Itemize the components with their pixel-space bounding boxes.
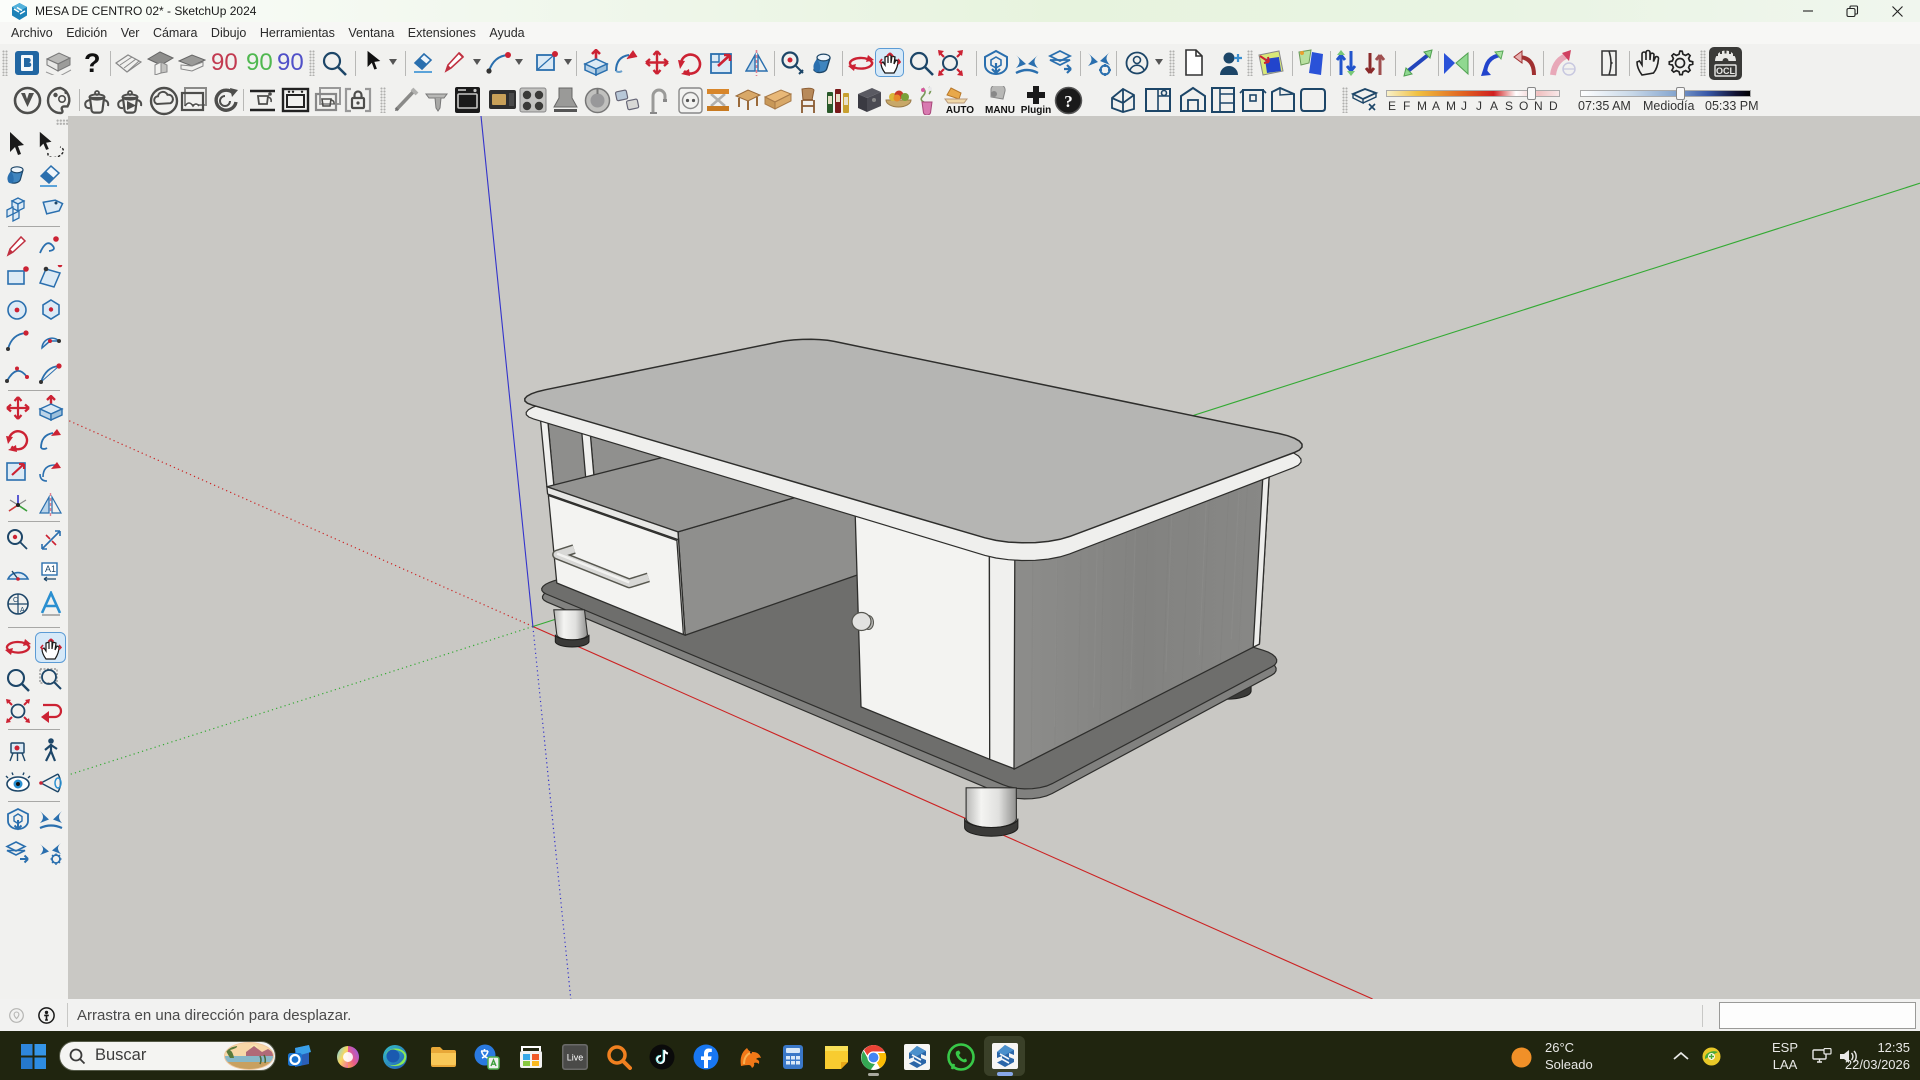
svg-text:MANU: MANU: [985, 105, 1015, 115]
svg-text:A1: A1: [45, 564, 56, 574]
svg-text:AUTO: AUTO: [946, 105, 974, 115]
svg-text:C: C: [13, 597, 18, 604]
svg-text:OCL: OCL: [1716, 66, 1736, 76]
svg-text:Plugin: Plugin: [1021, 105, 1052, 115]
svg-text:?: ?: [1064, 92, 1073, 111]
svg-text:A: A: [20, 607, 25, 614]
svg-text:Live: Live: [567, 1053, 584, 1063]
